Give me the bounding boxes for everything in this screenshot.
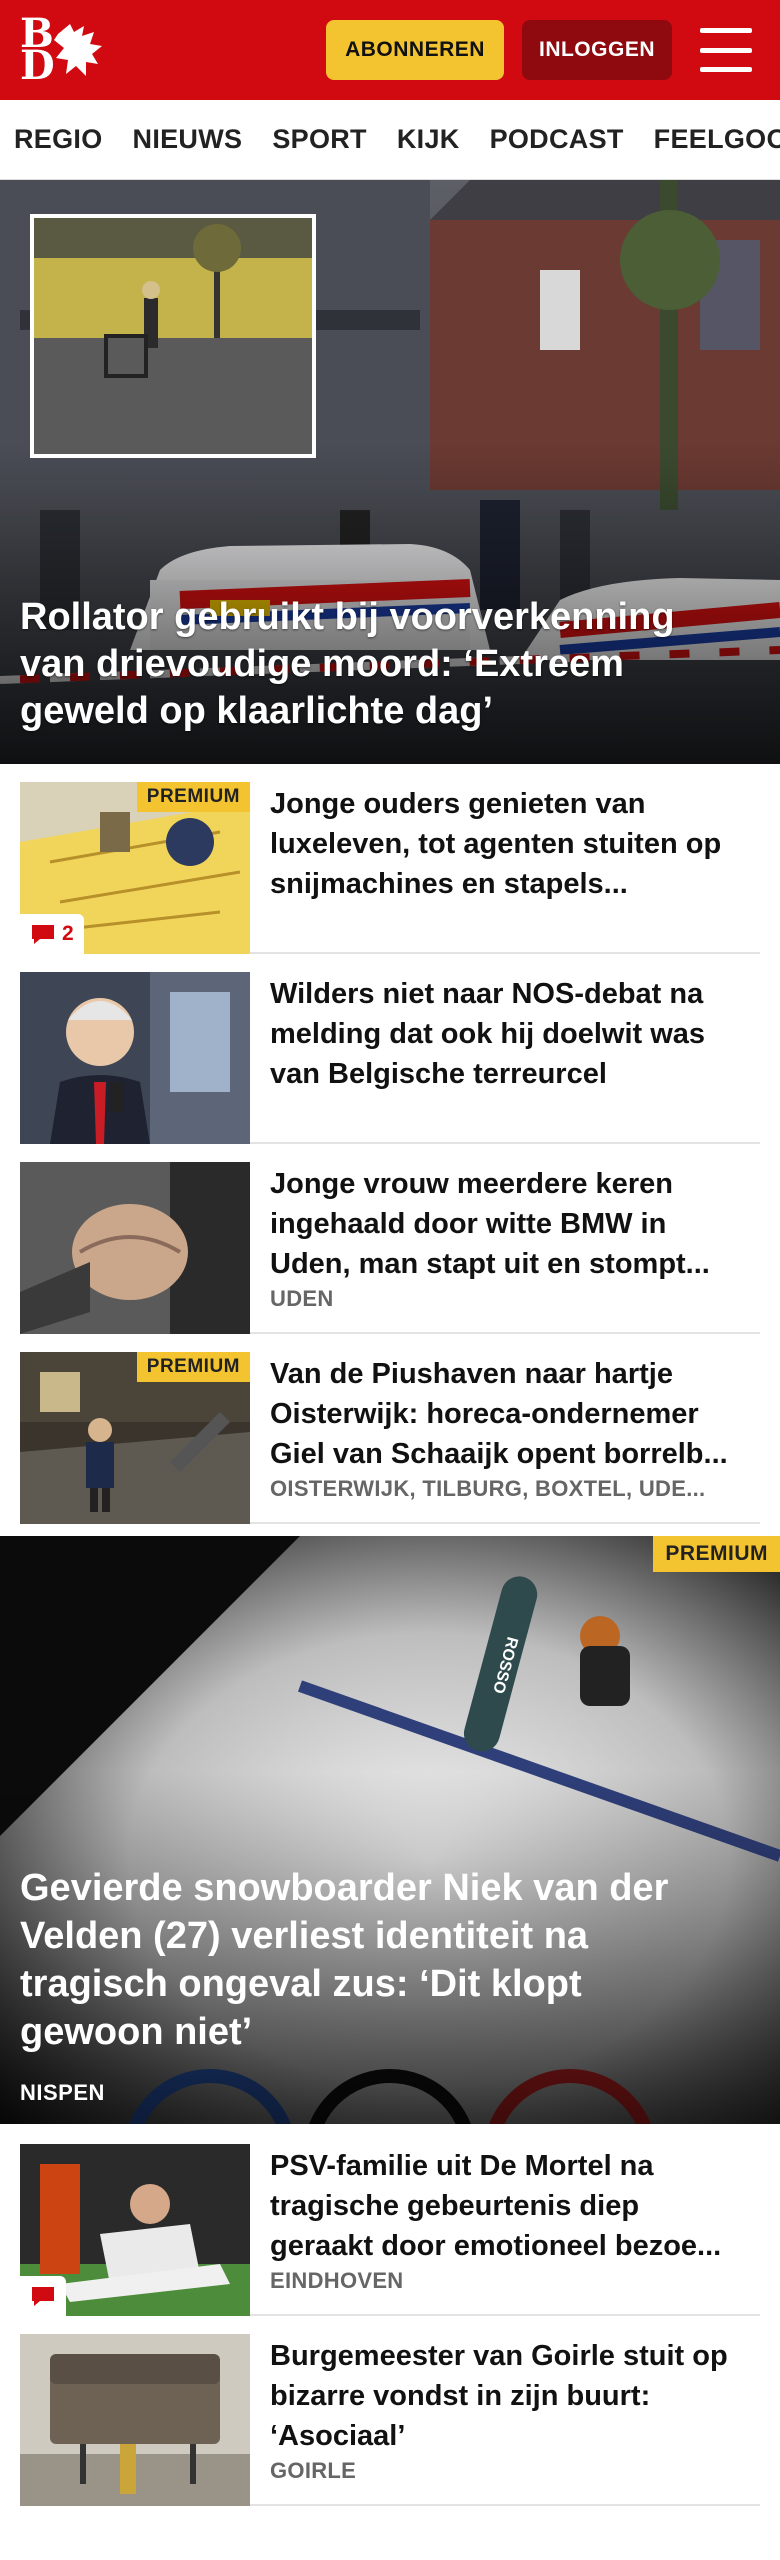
article-title[interactable]: Jonge ouders genieten van luxeleven, tot… <box>270 784 750 904</box>
article-location-tag[interactable]: UDEN <box>270 1286 750 1312</box>
article-location-tag[interactable]: OISTERWIJK, TILBURG, BOXTEL, UDE... <box>270 1476 750 1502</box>
nav-item-nieuws[interactable]: NIEUWS <box>133 124 243 155</box>
article-title[interactable]: Van de Piushaven naar hartje Oisterwijk:… <box>270 1354 750 1474</box>
hero-inset-photo <box>30 214 316 458</box>
premium-badge: PREMIUM <box>653 1536 780 1572</box>
login-button[interactable]: INLOGGEN <box>522 20 672 80</box>
comment-count[interactable]: 2 <box>20 914 84 954</box>
premium-badge: PREMIUM <box>136 1352 250 1382</box>
list-item[interactable]: Burgemeester van Goirle stuit op bizarre… <box>20 2334 760 2506</box>
comment-icon <box>32 2287 54 2306</box>
list-item[interactable]: Jonge vrouw meerdere keren ingehaald doo… <box>20 1162 760 1334</box>
article-location-tag[interactable]: EINDHOVEN <box>270 2268 750 2294</box>
premium-badge: PREMIUM <box>136 782 250 812</box>
article-location-tag[interactable]: GOIRLE <box>270 2458 750 2484</box>
article-title[interactable]: Burgemeester van Goirle stuit op bizarre… <box>270 2336 750 2456</box>
comment-count[interactable] <box>20 2276 66 2316</box>
article-thumbnail <box>20 2144 250 2316</box>
nav-item-kijk[interactable]: KIJK <box>397 124 460 155</box>
nav-item-podcast[interactable]: PODCAST <box>490 124 624 155</box>
article-title[interactable]: PSV-familie uit De Mortel na tragische g… <box>270 2146 750 2266</box>
section-nav: REGIO NIEUWS SPORT KIJK PODCAST FEELGOOD <box>0 100 780 180</box>
article-thumbnail <box>20 2334 250 2506</box>
subscribe-button[interactable]: ABONNEREN <box>326 20 504 80</box>
hero-article[interactable]: Rollator gebruikt bij voorverkenning van… <box>0 180 780 764</box>
article-title[interactable]: Wilders niet naar NOS-debat na melding d… <box>270 974 750 1094</box>
hamburger-menu-icon[interactable] <box>700 28 752 72</box>
comment-count-value: 2 <box>62 922 74 945</box>
featured-article[interactable]: ROSSO PREMIUM Gevierde snowboarder Niek … <box>0 1536 780 2124</box>
hero-title[interactable]: Rollator gebruikt bij voorverkenning van… <box>20 594 740 735</box>
bd-logo[interactable]: B D <box>20 14 112 86</box>
nav-item-sport[interactable]: SPORT <box>272 124 367 155</box>
featured-title[interactable]: Gevierde snowboarder Niek van der Velden… <box>20 1864 720 2056</box>
list-item[interactable]: Wilders niet naar NOS-debat na melding d… <box>20 972 760 1144</box>
dragon-logo-icon <box>54 24 102 76</box>
article-thumbnail <box>20 1162 250 1334</box>
logo-lettermark: B D <box>20 10 55 89</box>
comment-icon <box>32 925 54 944</box>
nav-item-regio[interactable]: REGIO <box>14 124 103 155</box>
list-item[interactable]: PREMIUM Van de Piushaven naar hartje Ois… <box>20 1352 760 1524</box>
article-thumbnail <box>20 972 250 1144</box>
list-item[interactable]: PREMIUM 2 Jonge ouders genieten van luxe… <box>20 782 760 954</box>
article-thumbnail: PREMIUM <box>20 1352 250 1524</box>
article-title[interactable]: Jonge vrouw meerdere keren ingehaald doo… <box>270 1164 750 1284</box>
list-item[interactable]: PSV-familie uit De Mortel na tragische g… <box>20 2144 760 2316</box>
article-list: PREMIUM 2 Jonge ouders genieten van luxe… <box>0 764 780 1524</box>
article-thumbnail: PREMIUM 2 <box>20 782 250 954</box>
nav-item-feelgood[interactable]: FEELGOOD <box>654 124 780 155</box>
article-list-2: PSV-familie uit De Mortel na tragische g… <box>0 2144 780 2506</box>
site-header: B D ABONNEREN INLOGGEN <box>0 0 780 100</box>
featured-location-tag[interactable]: NISPEN <box>20 2080 105 2106</box>
